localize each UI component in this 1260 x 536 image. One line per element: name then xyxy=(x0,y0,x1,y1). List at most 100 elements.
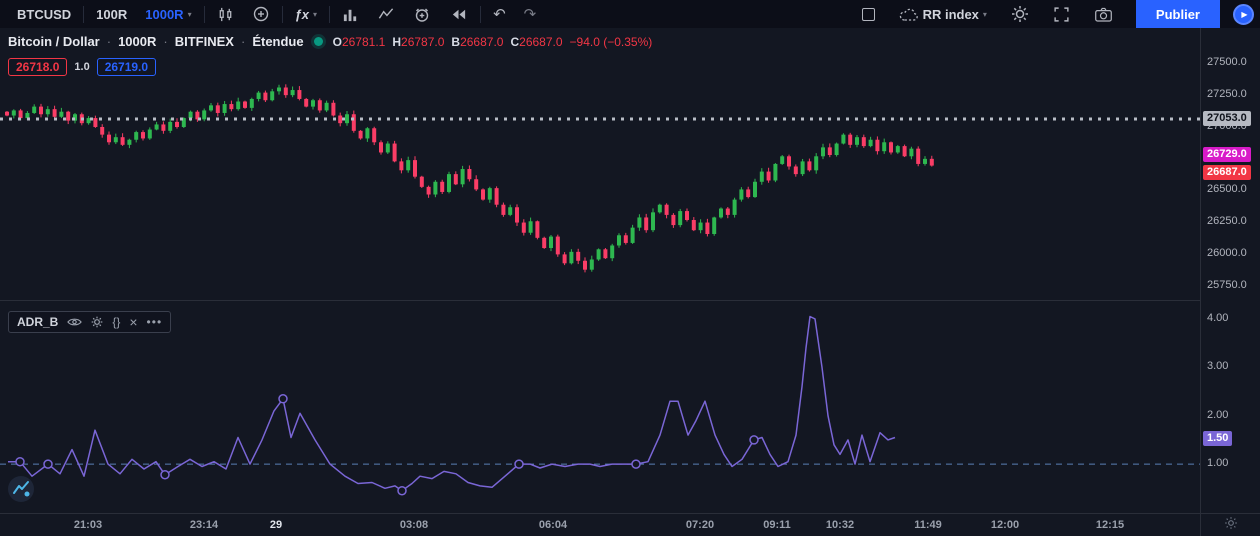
time-label: 07:20 xyxy=(685,519,715,531)
high-value: 26787.0 xyxy=(401,34,445,49)
price-tag-magenta[interactable]: 26729.0 xyxy=(1203,147,1251,163)
cloud-icon xyxy=(899,7,919,22)
indicator-axis-label: 1.00 xyxy=(1207,457,1229,470)
layout-name-label: RR index xyxy=(922,6,979,22)
axis-settings-corner[interactable] xyxy=(1201,513,1260,536)
time-axis[interactable]: 21:03 23:14 29 03:08 06:04 07:20 09:11 10:32 11:… xyxy=(0,513,1200,536)
interval-active-label: 1000R xyxy=(145,6,184,22)
legend-separator: · xyxy=(106,34,112,49)
indicator-axis-label: 2.00 xyxy=(1207,408,1229,421)
camera-icon xyxy=(1094,6,1113,23)
indicator-marker[interactable] xyxy=(397,485,407,496)
main-price-pane[interactable]: Bitcoin / Dollar · 1000R · BITFINEX · Ét… xyxy=(0,28,1200,300)
toolbar-separator xyxy=(281,5,283,23)
chart-column: Bitcoin / Dollar · 1000R · BITFINEX · Ét… xyxy=(0,28,1200,536)
source-code-icon[interactable]: {} xyxy=(112,315,120,329)
ohlc-values: O26781.1 H26787.0 B26687.0 C26687.0 −94.… xyxy=(333,35,653,49)
indicator-value-tag[interactable]: 1.50 xyxy=(1203,430,1233,446)
settings-button[interactable] xyxy=(1002,0,1038,28)
interval-100r-button[interactable]: 100R xyxy=(87,0,136,28)
bid-ask-row: 26718.0 1.0 26719.0 xyxy=(8,58,157,76)
price-axis[interactable]: 27500.027250.027000.026750.026500.026250… xyxy=(1200,28,1260,536)
price-label: 25750.0 xyxy=(1207,278,1247,291)
tradingview-logo[interactable] xyxy=(8,476,34,507)
price-label: 26500.0 xyxy=(1207,183,1247,196)
indicator-marker[interactable] xyxy=(160,470,170,480)
indicator-chart-canvas[interactable] xyxy=(0,301,1200,513)
axis-settings-sun-icon[interactable] xyxy=(1224,516,1238,535)
legend-separator: · xyxy=(163,34,168,49)
layout-select-button[interactable] xyxy=(853,0,884,28)
eye-icon[interactable] xyxy=(67,317,83,327)
templates-button[interactable] xyxy=(333,0,368,28)
price-tag-reference[interactable]: 27053.0 xyxy=(1203,110,1251,126)
main-chart-canvas[interactable] xyxy=(0,28,1200,300)
change-value: −94.0 (−0.35%) xyxy=(569,34,653,49)
snapshot-button[interactable] xyxy=(1085,0,1122,28)
indicator-marker[interactable] xyxy=(15,456,25,467)
create-alert-button[interactable] xyxy=(404,0,440,28)
chart-legend[interactable]: Bitcoin / Dollar · 1000R · BITFINEX · Ét… xyxy=(8,34,652,49)
high-label: H xyxy=(392,34,402,49)
indicator-marker[interactable] xyxy=(749,435,759,445)
line-tools-button[interactable] xyxy=(368,0,404,28)
legend-session: Étendue xyxy=(252,34,304,49)
legend-interval: 1000R xyxy=(118,34,157,49)
indicator-marker[interactable] xyxy=(43,459,53,469)
fullscreen-icon xyxy=(1053,6,1070,23)
time-label: 09:11 xyxy=(763,519,791,531)
indicator-axis-label: 3.00 xyxy=(1207,360,1229,373)
legend-separator: · xyxy=(240,34,246,49)
redo-icon: ↷ xyxy=(523,6,537,23)
alert-clock-plus-icon xyxy=(413,5,431,23)
indicator-marker[interactable] xyxy=(278,394,288,404)
redo-button[interactable]: ↷ xyxy=(515,0,546,28)
price-tag-red[interactable]: 26687.0 xyxy=(1203,164,1251,180)
sell-price-button[interactable]: 26718.0 xyxy=(8,58,68,76)
time-label: 03:08 xyxy=(399,519,429,531)
low-value: 26687.0 xyxy=(460,34,504,49)
remove-indicator-icon[interactable]: × xyxy=(129,314,137,330)
play-circle-button[interactable]: ▶ xyxy=(1233,3,1254,25)
indicator-marker[interactable] xyxy=(631,459,641,469)
indicator-settings-gear-icon[interactable] xyxy=(91,316,103,328)
toolbar-separator xyxy=(203,5,205,23)
indicator-pane[interactable]: ADR_B {} × ••• xyxy=(0,300,1200,513)
candlestick-style-icon xyxy=(217,6,234,23)
fullscreen-button[interactable] xyxy=(1044,0,1079,28)
price-label: 27250.0 xyxy=(1207,87,1247,100)
top-toolbar: BTCUSD 100R 1000R ▾ ƒx ▾ ↶ ↷ RR index ▾ … xyxy=(0,0,1260,28)
time-label: 29 xyxy=(269,519,283,531)
fx-icon: ƒx xyxy=(294,6,310,22)
trading-app-window: BTCUSD 100R 1000R ▾ ƒx ▾ ↶ ↷ RR index ▾ … xyxy=(0,0,1260,536)
time-label: 23:14 xyxy=(189,519,219,531)
replay-button[interactable] xyxy=(440,0,477,28)
price-label: 26000.0 xyxy=(1207,247,1247,260)
open-value: 26781.1 xyxy=(341,34,386,49)
chart-title: Bitcoin / Dollar xyxy=(8,34,100,49)
zigzag-line-icon xyxy=(377,6,395,23)
publish-button[interactable]: Publier xyxy=(1135,0,1220,28)
indicators-button[interactable]: ƒx ▾ xyxy=(286,0,326,28)
undo-icon: ↶ xyxy=(493,6,506,23)
legend-exchange: BITFINEX xyxy=(174,34,234,49)
bar-chart-icon xyxy=(342,6,359,23)
chart-style-button[interactable] xyxy=(208,0,243,28)
cloud-layout-button[interactable]: RR index ▾ xyxy=(890,0,996,28)
buy-price-button[interactable]: 26719.0 xyxy=(96,58,157,76)
layout-square-icon xyxy=(861,7,875,21)
indicator-legend[interactable]: ADR_B {} × ••• xyxy=(8,311,172,333)
rewind-icon xyxy=(449,6,468,23)
chart-body: Bitcoin / Dollar · 1000R · BITFINEX · Ét… xyxy=(0,28,1260,536)
play-icon: ▶ xyxy=(1241,9,1248,19)
more-options-icon[interactable]: ••• xyxy=(147,315,163,329)
candles xyxy=(5,84,934,273)
undo-button[interactable]: ↶ xyxy=(484,0,515,28)
time-label: 10:32 xyxy=(825,519,855,531)
interval-1000r-button[interactable]: 1000R ▾ xyxy=(136,0,200,28)
market-status-icon[interactable] xyxy=(313,37,323,46)
indicator-axis-label: 4.00 xyxy=(1207,311,1229,324)
indicator-marker[interactable] xyxy=(514,459,524,469)
compare-button[interactable] xyxy=(243,0,279,28)
symbol-button[interactable]: BTCUSD xyxy=(8,0,80,28)
